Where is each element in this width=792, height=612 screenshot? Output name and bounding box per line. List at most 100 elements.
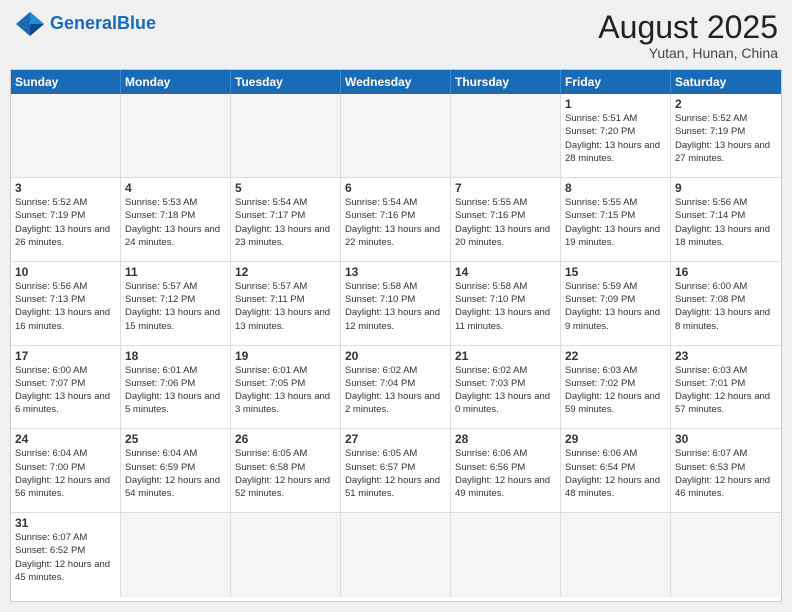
table-row: 25Sunrise: 6:04 AMSunset: 6:59 PMDayligh… <box>121 429 231 513</box>
table-row <box>451 513 561 597</box>
day-number: 6 <box>345 181 446 195</box>
sun-info: Sunrise: 6:04 AMSunset: 6:59 PMDaylight:… <box>125 447 226 500</box>
table-row <box>11 94 121 178</box>
sun-info: Sunrise: 5:57 AMSunset: 7:12 PMDaylight:… <box>125 280 226 333</box>
table-row: 21Sunrise: 6:02 AMSunset: 7:03 PMDayligh… <box>451 346 561 430</box>
day-number: 26 <box>235 432 336 446</box>
sun-info: Sunrise: 6:02 AMSunset: 7:03 PMDaylight:… <box>455 364 556 417</box>
day-number: 30 <box>675 432 777 446</box>
day-number: 24 <box>15 432 116 446</box>
day-number: 4 <box>125 181 226 195</box>
day-number: 8 <box>565 181 666 195</box>
calendar-header: Sunday Monday Tuesday Wednesday Thursday… <box>11 70 781 94</box>
day-number: 27 <box>345 432 446 446</box>
table-row <box>671 513 781 597</box>
table-row: 22Sunrise: 6:03 AMSunset: 7:02 PMDayligh… <box>561 346 671 430</box>
sun-info: Sunrise: 5:52 AMSunset: 7:19 PMDaylight:… <box>15 196 116 249</box>
day-number: 25 <box>125 432 226 446</box>
sun-info: Sunrise: 6:07 AMSunset: 6:52 PMDaylight:… <box>15 531 116 584</box>
sun-info: Sunrise: 6:01 AMSunset: 7:05 PMDaylight:… <box>235 364 336 417</box>
sun-info: Sunrise: 5:59 AMSunset: 7:09 PMDaylight:… <box>565 280 666 333</box>
sun-info: Sunrise: 5:55 AMSunset: 7:16 PMDaylight:… <box>455 196 556 249</box>
table-row: 2Sunrise: 5:52 AMSunset: 7:19 PMDaylight… <box>671 94 781 178</box>
sun-info: Sunrise: 6:05 AMSunset: 6:57 PMDaylight:… <box>345 447 446 500</box>
day-number: 12 <box>235 265 336 279</box>
day-number: 14 <box>455 265 556 279</box>
weekday-friday: Friday <box>561 70 671 94</box>
day-number: 22 <box>565 349 666 363</box>
table-row: 13Sunrise: 5:58 AMSunset: 7:10 PMDayligh… <box>341 262 451 346</box>
sun-info: Sunrise: 6:06 AMSunset: 6:54 PMDaylight:… <box>565 447 666 500</box>
day-number: 16 <box>675 265 777 279</box>
sun-info: Sunrise: 5:52 AMSunset: 7:19 PMDaylight:… <box>675 112 777 165</box>
sun-info: Sunrise: 5:51 AMSunset: 7:20 PMDaylight:… <box>565 112 666 165</box>
sun-info: Sunrise: 6:01 AMSunset: 7:06 PMDaylight:… <box>125 364 226 417</box>
sun-info: Sunrise: 6:05 AMSunset: 6:58 PMDaylight:… <box>235 447 336 500</box>
table-row: 10Sunrise: 5:56 AMSunset: 7:13 PMDayligh… <box>11 262 121 346</box>
table-row: 19Sunrise: 6:01 AMSunset: 7:05 PMDayligh… <box>231 346 341 430</box>
day-number: 18 <box>125 349 226 363</box>
sun-info: Sunrise: 6:03 AMSunset: 7:02 PMDaylight:… <box>565 364 666 417</box>
day-number: 31 <box>15 516 116 530</box>
day-number: 15 <box>565 265 666 279</box>
table-row <box>451 94 561 178</box>
sun-info: Sunrise: 6:00 AMSunset: 7:07 PMDaylight:… <box>15 364 116 417</box>
table-row <box>121 94 231 178</box>
day-number: 2 <box>675 97 777 111</box>
location: Yutan, Hunan, China <box>598 45 778 61</box>
sun-info: Sunrise: 5:54 AMSunset: 7:17 PMDaylight:… <box>235 196 336 249</box>
sun-info: Sunrise: 6:06 AMSunset: 6:56 PMDaylight:… <box>455 447 556 500</box>
day-number: 28 <box>455 432 556 446</box>
sun-info: Sunrise: 5:54 AMSunset: 7:16 PMDaylight:… <box>345 196 446 249</box>
table-row: 17Sunrise: 6:00 AMSunset: 7:07 PMDayligh… <box>11 346 121 430</box>
table-row: 26Sunrise: 6:05 AMSunset: 6:58 PMDayligh… <box>231 429 341 513</box>
table-row: 5Sunrise: 5:54 AMSunset: 7:17 PMDaylight… <box>231 178 341 262</box>
logo-icon <box>14 10 46 38</box>
day-number: 23 <box>675 349 777 363</box>
table-row <box>341 513 451 597</box>
weekday-sunday: Sunday <box>11 70 121 94</box>
sun-info: Sunrise: 5:53 AMSunset: 7:18 PMDaylight:… <box>125 196 226 249</box>
table-row: 16Sunrise: 6:00 AMSunset: 7:08 PMDayligh… <box>671 262 781 346</box>
logo-text: GeneralBlue <box>50 14 156 34</box>
sun-info: Sunrise: 6:00 AMSunset: 7:08 PMDaylight:… <box>675 280 777 333</box>
sun-info: Sunrise: 5:58 AMSunset: 7:10 PMDaylight:… <box>455 280 556 333</box>
day-number: 10 <box>15 265 116 279</box>
sun-info: Sunrise: 6:03 AMSunset: 7:01 PMDaylight:… <box>675 364 777 417</box>
logo-blue: Blue <box>117 13 156 33</box>
weekday-wednesday: Wednesday <box>341 70 451 94</box>
sun-info: Sunrise: 6:02 AMSunset: 7:04 PMDaylight:… <box>345 364 446 417</box>
day-number: 19 <box>235 349 336 363</box>
day-number: 3 <box>15 181 116 195</box>
table-row: 6Sunrise: 5:54 AMSunset: 7:16 PMDaylight… <box>341 178 451 262</box>
table-row: 30Sunrise: 6:07 AMSunset: 6:53 PMDayligh… <box>671 429 781 513</box>
table-row: 18Sunrise: 6:01 AMSunset: 7:06 PMDayligh… <box>121 346 231 430</box>
title-block: August 2025 Yutan, Hunan, China <box>598 10 778 61</box>
day-number: 5 <box>235 181 336 195</box>
logo: GeneralBlue <box>14 10 156 38</box>
header: GeneralBlue August 2025 Yutan, Hunan, Ch… <box>10 10 782 61</box>
table-row: 20Sunrise: 6:02 AMSunset: 7:04 PMDayligh… <box>341 346 451 430</box>
table-row: 15Sunrise: 5:59 AMSunset: 7:09 PMDayligh… <box>561 262 671 346</box>
weekday-thursday: Thursday <box>451 70 561 94</box>
table-row: 11Sunrise: 5:57 AMSunset: 7:12 PMDayligh… <box>121 262 231 346</box>
calendar-body: 1Sunrise: 5:51 AMSunset: 7:20 PMDaylight… <box>11 94 781 597</box>
day-number: 29 <box>565 432 666 446</box>
sun-info: Sunrise: 5:57 AMSunset: 7:11 PMDaylight:… <box>235 280 336 333</box>
day-number: 21 <box>455 349 556 363</box>
day-number: 13 <box>345 265 446 279</box>
page: GeneralBlue August 2025 Yutan, Hunan, Ch… <box>0 0 792 612</box>
sun-info: Sunrise: 5:56 AMSunset: 7:14 PMDaylight:… <box>675 196 777 249</box>
month-title: August 2025 <box>598 10 778 45</box>
day-number: 11 <box>125 265 226 279</box>
table-row <box>231 94 341 178</box>
weekday-saturday: Saturday <box>671 70 781 94</box>
logo-general: General <box>50 13 117 33</box>
sun-info: Sunrise: 5:55 AMSunset: 7:15 PMDaylight:… <box>565 196 666 249</box>
table-row <box>231 513 341 597</box>
table-row <box>561 513 671 597</box>
table-row: 23Sunrise: 6:03 AMSunset: 7:01 PMDayligh… <box>671 346 781 430</box>
table-row <box>121 513 231 597</box>
day-number: 17 <box>15 349 116 363</box>
table-row: 14Sunrise: 5:58 AMSunset: 7:10 PMDayligh… <box>451 262 561 346</box>
